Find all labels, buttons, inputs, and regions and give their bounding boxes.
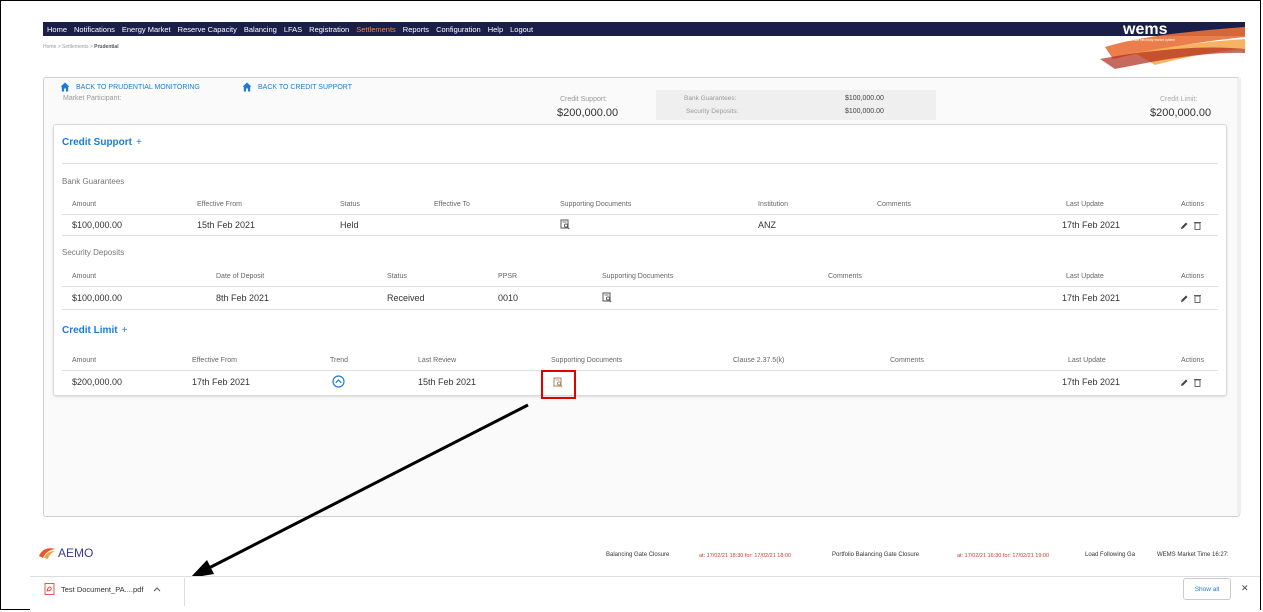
download-file-name: Test Document_PA....pdf bbox=[61, 584, 144, 594]
portfolio-gate-label: Portfolio Balancing Gate Closure bbox=[832, 552, 920, 558]
download-bar bbox=[30, 576, 1260, 610]
load-following-label: Load Following Ga bbox=[1085, 552, 1136, 558]
market-time-label: WEMS Market Time 16:27: bbox=[1157, 552, 1229, 558]
show-all-button[interactable]: Show all bbox=[1183, 578, 1231, 600]
balancing-gate-value: at: 17/02/21 18:30 for: 17/02/21 18:00 bbox=[699, 553, 792, 559]
chevron-up-icon[interactable] bbox=[153, 586, 161, 592]
portfolio-gate-value: at: 17/02/21 16:30 for: 17/02/21 19:00 bbox=[957, 553, 1050, 559]
download-item[interactable]: Test Document_PA....pdf bbox=[44, 583, 161, 595]
pdf-icon bbox=[44, 583, 55, 595]
close-icon[interactable]: ✕ bbox=[1241, 583, 1249, 594]
aemo-logo: AEMO bbox=[38, 546, 93, 560]
balancing-gate-label: Balancing Gate Closure bbox=[606, 552, 670, 558]
aemo-logo-mark bbox=[39, 548, 55, 559]
download-separator bbox=[184, 578, 185, 606]
annotation-arrow bbox=[190, 403, 529, 578]
